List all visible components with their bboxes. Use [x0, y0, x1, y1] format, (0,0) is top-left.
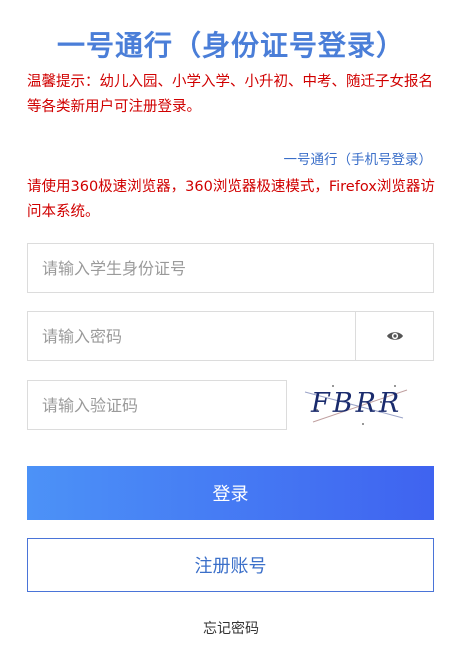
page-title: 一号通行（身份证号登录） [56, 29, 405, 62]
notice-browser: 请使用360极速浏览器，360浏览器极速模式，Firefox浏览器访问本系统。 [27, 179, 435, 220]
captcha-image[interactable]: FBRR [303, 380, 413, 428]
captcha-input[interactable] [28, 381, 286, 429]
phone-login-link[interactable]: 一号通行（手机号登录） [284, 148, 433, 168]
login-button[interactable]: 登录 [27, 466, 434, 520]
password-field-box [27, 311, 356, 361]
forgot-password-link[interactable]: 忘记密码 [0, 618, 462, 638]
eye-icon [386, 332, 403, 340]
password-input[interactable] [28, 312, 355, 360]
register-button[interactable]: 注册账号 [27, 538, 434, 592]
id-number-field-box [27, 243, 434, 293]
notice-primary: 温馨提示：幼儿入园、小学入学、小升初、中考、随迁子女报名等各类新用户可注册登录。 [27, 74, 433, 115]
captcha-field-box [27, 380, 287, 430]
show-password-button[interactable] [355, 311, 434, 361]
captcha-text: FBRR [311, 388, 403, 419]
id-number-input[interactable] [28, 244, 433, 292]
